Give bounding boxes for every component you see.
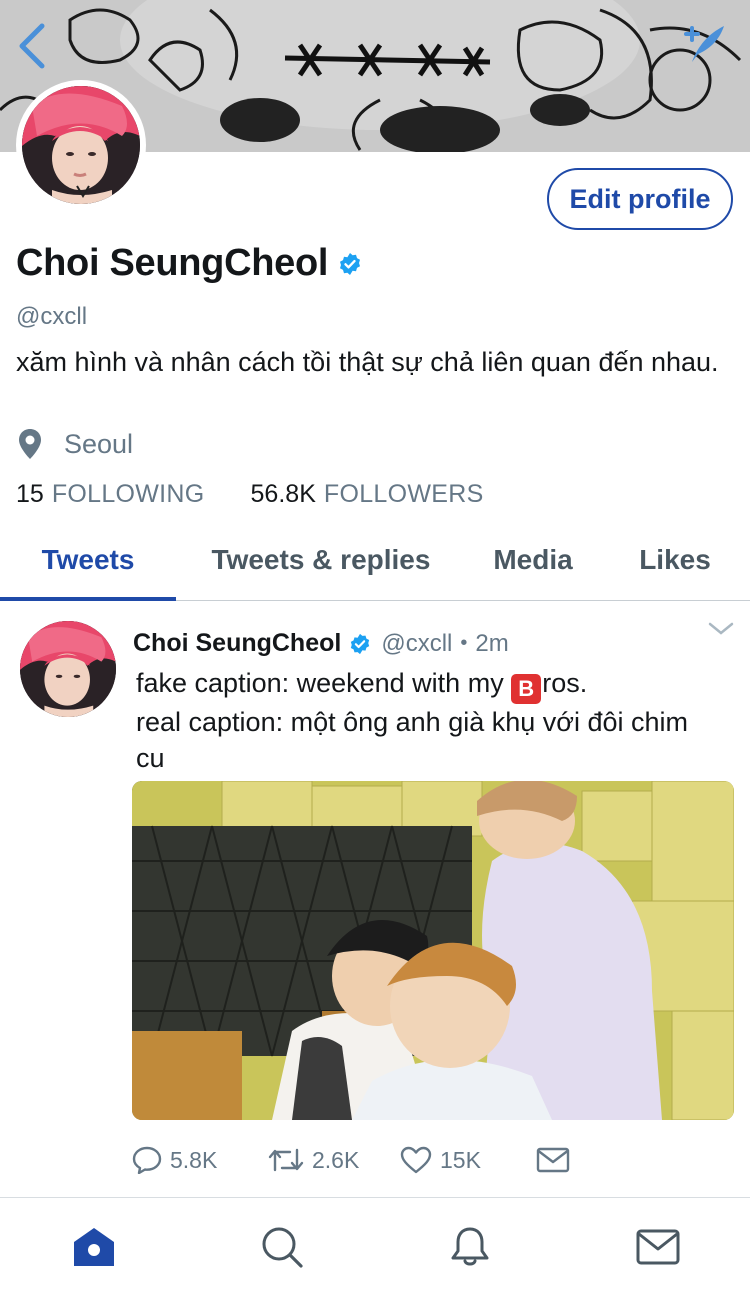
- nav-search-button[interactable]: [260, 1226, 304, 1268]
- tweet-photo-image: [132, 781, 734, 1120]
- retweet-icon: [268, 1148, 304, 1172]
- home-icon: [74, 1228, 114, 1266]
- reply-bubble-icon: [132, 1146, 162, 1174]
- envelope-icon: [536, 1147, 570, 1173]
- avatar-photo: [22, 86, 140, 204]
- profile-tabs: Tweets Tweets & replies Media Likes: [0, 520, 750, 601]
- reply-count: 5.8K: [170, 1146, 218, 1173]
- retweet-button[interactable]: 2.6K: [268, 1146, 400, 1174]
- followers-count: 56.8K: [250, 480, 316, 508]
- profile-avatar-frame[interactable]: [16, 80, 146, 210]
- direct-message-button[interactable]: [536, 1146, 578, 1174]
- tweet-options-chevron-icon[interactable]: [708, 621, 734, 637]
- following-label: FOLLOWING: [51, 480, 205, 508]
- like-button[interactable]: 15K: [400, 1146, 536, 1174]
- tweet-author-avatar[interactable]: [20, 621, 116, 717]
- tweet-avatar-photo: [20, 621, 116, 717]
- messages-envelope-icon: [636, 1229, 680, 1265]
- tab-likes[interactable]: Likes: [600, 520, 750, 600]
- tweet-actions: 5.8K 2.6K 15K: [132, 1146, 578, 1174]
- tweet-author-handle: @cxcll: [381, 629, 453, 657]
- compose-button[interactable]: [680, 20, 728, 68]
- following-stat[interactable]: 15 FOLLOWING: [16, 480, 205, 509]
- nav-home-button[interactable]: [72, 1226, 116, 1268]
- tab-tweets[interactable]: Tweets: [0, 520, 176, 601]
- like-count: 15K: [440, 1146, 481, 1173]
- tweet-header: Choi SeungCheol @cxcll • 2m: [133, 629, 509, 658]
- back-button[interactable]: [14, 22, 54, 70]
- profile-avatar: [22, 86, 140, 204]
- heart-icon: [400, 1146, 432, 1174]
- tweet-text-line1-start: fake caption: weekend with my: [136, 668, 512, 698]
- verified-badge-icon: [340, 252, 361, 275]
- tweet-photo[interactable]: [132, 781, 734, 1120]
- edit-profile-button[interactable]: Edit profile: [547, 168, 733, 230]
- following-count: 15: [16, 480, 44, 508]
- tweet-text-line2: real caption: một ông anh già khụ với đô…: [136, 707, 689, 773]
- profile-location: Seoul: [18, 428, 133, 460]
- followers-stat[interactable]: 56.8K FOLLOWERS: [251, 480, 484, 509]
- profile-name-row: Choi SeungCheol: [16, 242, 362, 285]
- tweet-separator: •: [460, 632, 468, 654]
- profile-bio: xăm hình và nhân cách tồi thật sự chả li…: [16, 347, 719, 377]
- tab-media[interactable]: Media: [466, 520, 600, 600]
- tweet-verified-badge-icon: [351, 633, 370, 654]
- back-chevron-icon: [19, 23, 45, 69]
- bottom-tab-bar: [0, 1198, 750, 1295]
- tweet-item[interactable]: Choi SeungCheol @cxcll • 2m fake caption…: [0, 601, 750, 1198]
- tweet-author-name[interactable]: Choi SeungCheol: [133, 629, 341, 658]
- tweet-text-line1-end: ros.: [542, 668, 588, 698]
- reply-button[interactable]: 5.8K: [132, 1146, 268, 1174]
- tweet-timestamp: 2m: [475, 629, 509, 657]
- tab-tweets-replies[interactable]: Tweets & replies: [176, 520, 466, 600]
- profile-stats: 15 FOLLOWING 56.8K FOLLOWERS: [16, 480, 530, 509]
- retweet-count: 2.6K: [312, 1146, 360, 1173]
- nav-notifications-button[interactable]: [448, 1226, 492, 1268]
- b-button-emoji-icon: B: [511, 674, 542, 704]
- location-pin-icon: [19, 429, 41, 459]
- notifications-bell-icon: [451, 1227, 489, 1266]
- profile-display-name: Choi SeungCheol: [16, 242, 329, 284]
- search-icon: [262, 1227, 303, 1268]
- nav-messages-button[interactable]: [636, 1226, 680, 1268]
- location-label: Seoul: [64, 428, 134, 459]
- compose-feather-icon: [684, 26, 724, 62]
- tweet-text: fake caption: weekend with my Bros. real…: [136, 665, 716, 776]
- profile-handle: @cxcll: [16, 303, 88, 330]
- followers-label: FOLLOWERS: [323, 480, 484, 508]
